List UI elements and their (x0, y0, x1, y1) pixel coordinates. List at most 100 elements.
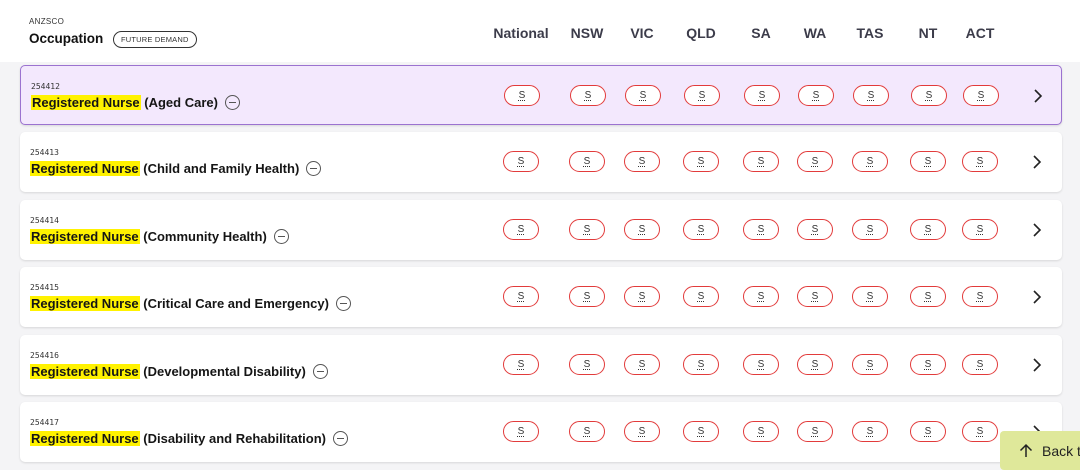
minus-circle-icon[interactable] (335, 296, 351, 311)
minus-circle-icon[interactable] (306, 161, 322, 176)
shortage-status-label: S (757, 224, 765, 235)
occupation-row[interactable]: 254412 Registered Nurse (Aged Care) S S S S S S… (20, 65, 1062, 125)
shortage-status-badge[interactable]: S (797, 151, 833, 172)
chevron-right-icon[interactable] (1029, 154, 1045, 170)
chevron-right-icon[interactable] (1029, 357, 1045, 373)
search-highlight: Registered Nurse (30, 364, 140, 379)
occupation-row[interactable]: 254417 Registered Nurse (Disability and R… (20, 402, 1062, 462)
shortage-status-badge[interactable]: S (625, 85, 661, 106)
shortage-status-badge[interactable]: S (743, 151, 779, 172)
shortage-status-badge[interactable]: S (911, 85, 947, 106)
shortage-status-badge[interactable]: S (743, 286, 779, 307)
shortage-status-badge[interactable]: S (503, 151, 539, 172)
shortage-status-badge[interactable]: S (962, 354, 998, 375)
shortage-status-badge[interactable]: S (569, 354, 605, 375)
shortage-status-badge[interactable]: S (683, 286, 719, 307)
shortage-status-label: S (976, 426, 984, 437)
occupation-row[interactable]: 254415 Registered Nurse (Critical Care an… (20, 267, 1062, 327)
minus-circle-icon[interactable] (333, 431, 349, 446)
shortage-status-badge[interactable]: S (852, 219, 888, 240)
chevron-right-icon[interactable] (1030, 88, 1046, 104)
shortage-status-badge[interactable]: S (910, 219, 946, 240)
occupation-title: Registered Nurse (Child and Family Healt… (30, 161, 322, 176)
occupation-title: Registered Nurse (Aged Care) (31, 95, 240, 110)
minus-circle-icon[interactable] (224, 95, 240, 110)
shortage-status-label: S (639, 90, 647, 101)
shortage-status-badge[interactable]: S (743, 219, 779, 240)
shortage-status-badge[interactable]: S (852, 151, 888, 172)
minus-circle-icon[interactable] (273, 229, 289, 244)
shortage-status-label: S (812, 90, 820, 101)
shortage-status-label: S (811, 426, 819, 437)
chevron-right-icon[interactable] (1029, 222, 1045, 238)
shortage-status-badge[interactable]: S (624, 421, 660, 442)
shortage-status-label: S (583, 156, 591, 167)
occupation-row[interactable]: 254414 Registered Nurse (Community Health… (20, 200, 1062, 260)
shortage-status-badge[interactable]: S (797, 354, 833, 375)
shortage-status-badge[interactable]: S (624, 354, 660, 375)
minus-circle-icon[interactable] (312, 364, 328, 379)
shortage-status-badge[interactable]: S (743, 421, 779, 442)
shortage-status-badge[interactable]: S (743, 354, 779, 375)
shortage-status-badge[interactable]: S (624, 286, 660, 307)
shortage-status-badge[interactable]: S (852, 421, 888, 442)
anzsco-code: 254412 (31, 82, 60, 91)
shortage-status-label: S (924, 291, 932, 302)
shortage-status-badge[interactable]: S (624, 219, 660, 240)
shortage-status-badge[interactable]: S (962, 219, 998, 240)
shortage-status-badge[interactable]: S (683, 421, 719, 442)
shortage-status-label: S (866, 224, 874, 235)
occupation-title: Registered Nurse (Disability and Rehabil… (30, 431, 349, 446)
shortage-status-badge[interactable]: S (569, 286, 605, 307)
shortage-status-badge[interactable]: S (503, 219, 539, 240)
shortage-status-badge[interactable]: S (503, 354, 539, 375)
shortage-status-label: S (757, 291, 765, 302)
shortage-status-label: S (924, 426, 932, 437)
shortage-status-badge[interactable]: S (910, 354, 946, 375)
shortage-status-badge[interactable]: S (624, 151, 660, 172)
shortage-status-badge[interactable]: S (852, 286, 888, 307)
shortage-status-badge[interactable]: S (797, 219, 833, 240)
back-to-top-button[interactable]: Back t (1000, 431, 1080, 470)
shortage-status-badge[interactable]: S (910, 151, 946, 172)
occupation-specialty: (Aged Care) (140, 95, 218, 110)
shortage-status-badge[interactable]: S (683, 219, 719, 240)
shortage-status-badge[interactable]: S (910, 286, 946, 307)
shortage-status-badge[interactable]: S (797, 286, 833, 307)
shortage-status-badge[interactable]: S (962, 286, 998, 307)
future-demand-badge[interactable]: FUTURE DEMAND (113, 31, 197, 48)
shortage-status-label: S (976, 156, 984, 167)
shortage-status-badge[interactable]: S (744, 85, 780, 106)
shortage-status-label: S (518, 90, 526, 101)
shortage-status-badge[interactable]: S (503, 421, 539, 442)
shortage-status-label: S (866, 426, 874, 437)
shortage-status-badge[interactable]: S (569, 219, 605, 240)
column-header-national: National (493, 25, 549, 41)
shortage-status-badge[interactable]: S (962, 151, 998, 172)
shortage-status-badge[interactable]: S (963, 85, 999, 106)
shortage-status-badge[interactable]: S (798, 85, 834, 106)
column-header-tas: TAS (856, 25, 884, 41)
shortage-status-badge[interactable]: S (684, 85, 720, 106)
shortage-status-badge[interactable]: S (570, 85, 606, 106)
shortage-status-badge[interactable]: S (683, 354, 719, 375)
shortage-status-badge[interactable]: S (910, 421, 946, 442)
shortage-status-badge[interactable]: S (797, 421, 833, 442)
shortage-status-badge[interactable]: S (853, 85, 889, 106)
shortage-status-badge[interactable]: S (503, 286, 539, 307)
column-header-nsw: NSW (570, 25, 604, 41)
anzsco-code: 254415 (30, 283, 59, 292)
occupation-label: Occupation (29, 31, 104, 46)
chevron-right-icon[interactable] (1029, 289, 1045, 305)
shortage-status-badge[interactable]: S (852, 354, 888, 375)
shortage-status-badge[interactable]: S (683, 151, 719, 172)
occupation-title: Registered Nurse (Developmental Disabili… (30, 364, 328, 379)
shortage-status-badge[interactable]: S (569, 421, 605, 442)
shortage-status-label: S (697, 426, 705, 437)
occupation-row[interactable]: 254413 Registered Nurse (Child and Family… (20, 132, 1062, 192)
shortage-status-badge[interactable]: S (569, 151, 605, 172)
shortage-status-badge[interactable]: S (504, 85, 540, 106)
occupation-row[interactable]: 254416 Registered Nurse (Developmental Di… (20, 335, 1062, 395)
shortage-status-badge[interactable]: S (962, 421, 998, 442)
search-highlight: Registered Nurse (31, 95, 141, 110)
